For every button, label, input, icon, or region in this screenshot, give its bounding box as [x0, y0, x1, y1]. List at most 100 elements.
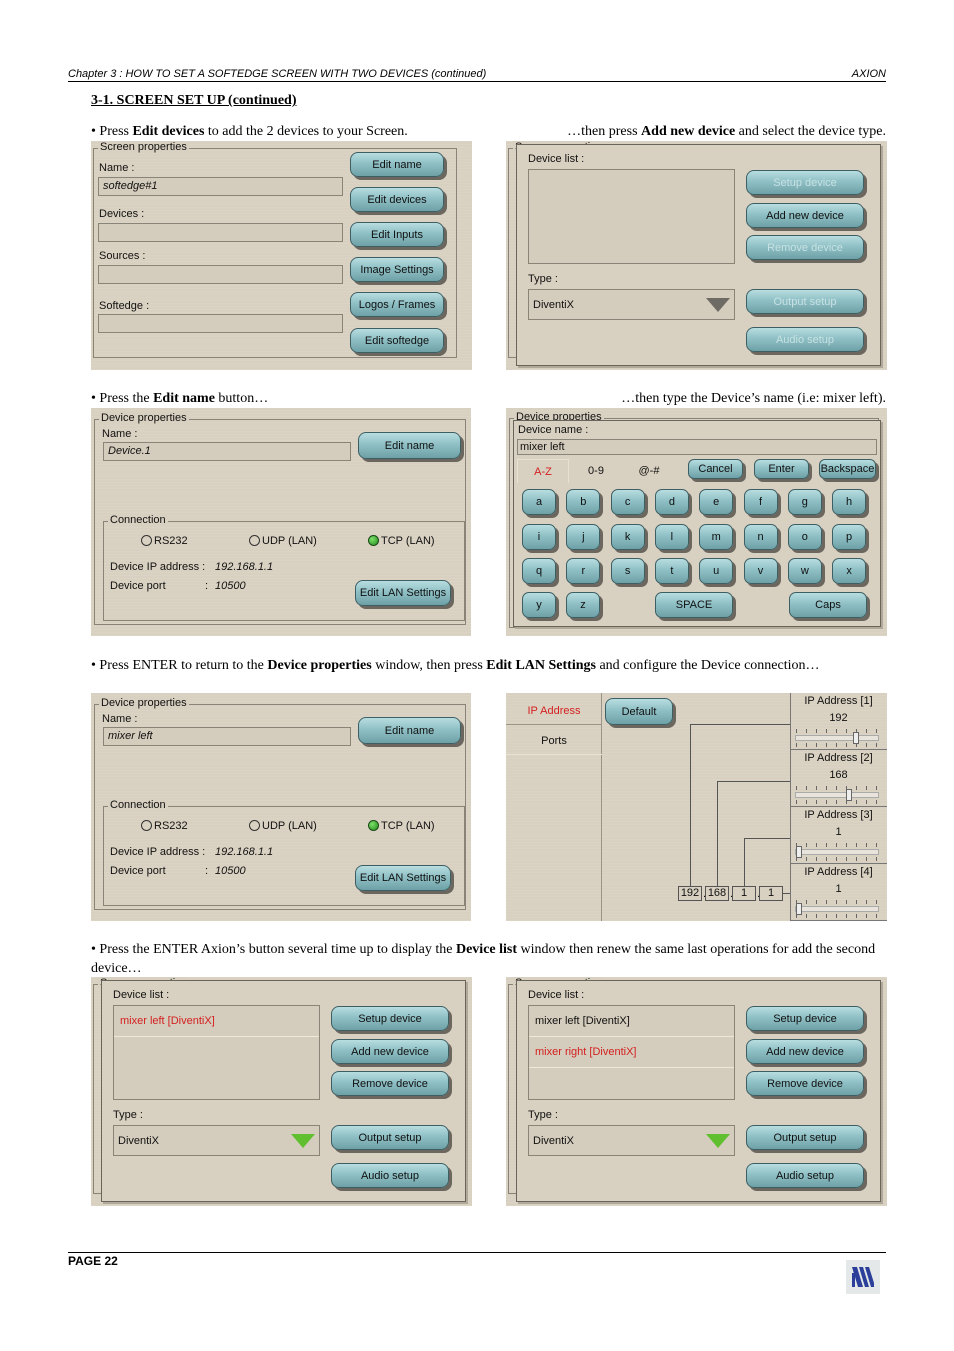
key-q[interactable]: q — [522, 558, 556, 584]
device-name-input[interactable]: mixer left — [517, 439, 877, 455]
image-settings-button[interactable]: Image Settings — [350, 257, 444, 282]
tab-a-z[interactable]: A-Z — [517, 459, 569, 483]
key-h[interactable]: h — [832, 489, 867, 515]
setup-device-button[interactable]: Setup device — [331, 1006, 449, 1031]
add-new-device-button[interactable]: Add new device — [746, 1039, 864, 1064]
device-list[interactable] — [528, 169, 735, 264]
edit-lan-settings-button[interactable]: Edit LAN Settings — [355, 865, 451, 891]
octet-slider[interactable] — [795, 732, 879, 744]
key-b[interactable]: b — [566, 489, 601, 515]
octet-slider[interactable] — [795, 789, 879, 801]
default-button[interactable]: Default — [605, 698, 673, 725]
key-m[interactable]: m — [699, 523, 734, 550]
output-setup-button[interactable]: Output setup — [331, 1125, 449, 1150]
edit-inputs-button[interactable]: Edit Inputs — [350, 222, 444, 247]
key-g[interactable]: g — [787, 489, 822, 515]
cancel-button[interactable]: Cancel — [688, 459, 743, 479]
key-x[interactable]: x — [832, 558, 867, 584]
device-list-empty-panel: Screen properties Device list : Type : D… — [506, 141, 887, 370]
audio-setup-button[interactable]: Audio setup — [746, 1163, 864, 1188]
key-j[interactable]: j — [566, 523, 601, 550]
octet-value: 168 — [829, 769, 848, 781]
key-p[interactable]: p — [832, 523, 867, 550]
edit-devices-button[interactable]: Edit devices — [350, 187, 444, 212]
octet-value: 1 — [835, 826, 842, 838]
tab-ip-address[interactable]: IP Address — [506, 697, 602, 725]
enter-button[interactable]: Enter — [754, 459, 809, 479]
edit-lan-settings-button[interactable]: Edit LAN Settings — [355, 580, 451, 606]
edit-softedge-button[interactable]: Edit softedge — [350, 328, 444, 353]
radio-tcp[interactable]: TCP (LAN) — [368, 535, 435, 547]
radio-rs232[interactable]: RS232 — [141, 535, 188, 547]
tab-0-9[interactable]: 0-9 — [570, 459, 622, 483]
key-t[interactable]: t — [654, 558, 689, 584]
caps-key[interactable]: Caps — [789, 592, 867, 618]
connector-line — [744, 838, 790, 839]
edit-name-button[interactable]: Edit name — [358, 432, 461, 459]
name-field[interactable]: mixer left — [103, 727, 351, 746]
section-title: 3-1. SCREEN SET UP (continued) — [91, 93, 297, 108]
setup-device-button[interactable]: Setup device — [746, 1006, 864, 1031]
sources-field[interactable] — [98, 265, 343, 284]
device-list-item[interactable]: mixer left [DiventiX] — [114, 1006, 319, 1037]
key-l[interactable]: l — [654, 523, 689, 550]
tab-symbols[interactable]: @-# — [623, 459, 675, 483]
name-field[interactable]: Device.1 — [103, 442, 351, 461]
key-c[interactable]: c — [610, 489, 645, 515]
device-name-label: Device name : — [518, 424, 589, 436]
key-v[interactable]: v — [743, 558, 778, 584]
key-z[interactable]: z — [566, 592, 600, 618]
edit-name-button[interactable]: Edit name — [350, 152, 444, 177]
logos-frames-button[interactable]: Logos / Frames — [350, 292, 444, 317]
name-field[interactable]: softedge#1 — [98, 177, 343, 196]
key-f[interactable]: f — [743, 489, 778, 515]
key-o[interactable]: o — [787, 523, 822, 550]
edit-name-button[interactable]: Edit name — [358, 717, 461, 744]
type-select[interactable]: DiventiX — [528, 289, 735, 320]
add-new-device-button[interactable]: Add new device — [331, 1039, 449, 1064]
key-y[interactable]: y — [522, 592, 556, 618]
softedge-field[interactable] — [98, 314, 343, 333]
key-u[interactable]: u — [699, 558, 734, 584]
type-select[interactable]: DiventiX — [528, 1125, 735, 1156]
radio-udp[interactable]: UDP (LAN) — [249, 535, 317, 547]
chapter-title: Chapter 3 : HOW TO SET A SOFTEDGE SCREEN… — [68, 68, 487, 80]
key-e[interactable]: e — [699, 489, 734, 515]
space-key[interactable]: SPACE — [655, 592, 733, 618]
audio-setup-button[interactable]: Audio setup — [746, 327, 864, 352]
remove-device-button[interactable]: Remove device — [331, 1071, 449, 1096]
key-w[interactable]: w — [787, 558, 822, 584]
key-r[interactable]: r — [566, 558, 601, 584]
device-list-item[interactable]: mixer right [DiventiX] — [529, 1037, 734, 1068]
output-setup-button[interactable]: Output setup — [746, 289, 864, 314]
backspace-button[interactable]: Backspace — [819, 459, 876, 479]
setup-device-button[interactable]: Setup device — [746, 170, 864, 195]
type-label: Type : — [528, 273, 558, 285]
radio-udp[interactable]: UDP (LAN) — [249, 820, 317, 832]
dropdown-arrow-icon[interactable] — [706, 1134, 730, 1148]
key-a[interactable]: a — [522, 489, 556, 515]
dropdown-arrow-icon[interactable] — [291, 1134, 315, 1148]
audio-setup-button[interactable]: Audio setup — [331, 1163, 449, 1188]
remove-device-button[interactable]: Remove device — [746, 1071, 864, 1096]
add-new-device-button[interactable]: Add new device — [746, 203, 864, 228]
radio-tcp[interactable]: TCP (LAN) — [368, 820, 435, 832]
type-select[interactable]: DiventiX — [113, 1125, 320, 1156]
key-s[interactable]: s — [610, 558, 645, 584]
connector-line — [744, 838, 745, 887]
radio-rs232[interactable]: RS232 — [141, 820, 188, 832]
device-list-item[interactable]: mixer left [DiventiX] — [529, 1006, 734, 1037]
key-k[interactable]: k — [610, 523, 645, 550]
octet-slider[interactable] — [795, 903, 879, 915]
dropdown-arrow-icon[interactable] — [706, 298, 730, 312]
tab-ports[interactable]: Ports — [506, 727, 602, 755]
output-setup-button[interactable]: Output setup — [746, 1125, 864, 1150]
octet-slider[interactable] — [795, 846, 879, 858]
key-i[interactable]: i — [522, 523, 556, 550]
name-label: Name : — [99, 162, 135, 174]
page-header: Chapter 3 : HOW TO SET A SOFTEDGE SCREEN… — [68, 67, 886, 82]
devices-field[interactable] — [98, 223, 343, 242]
remove-device-button[interactable]: Remove device — [746, 235, 864, 260]
key-n[interactable]: n — [743, 523, 778, 550]
key-d[interactable]: d — [654, 489, 689, 515]
